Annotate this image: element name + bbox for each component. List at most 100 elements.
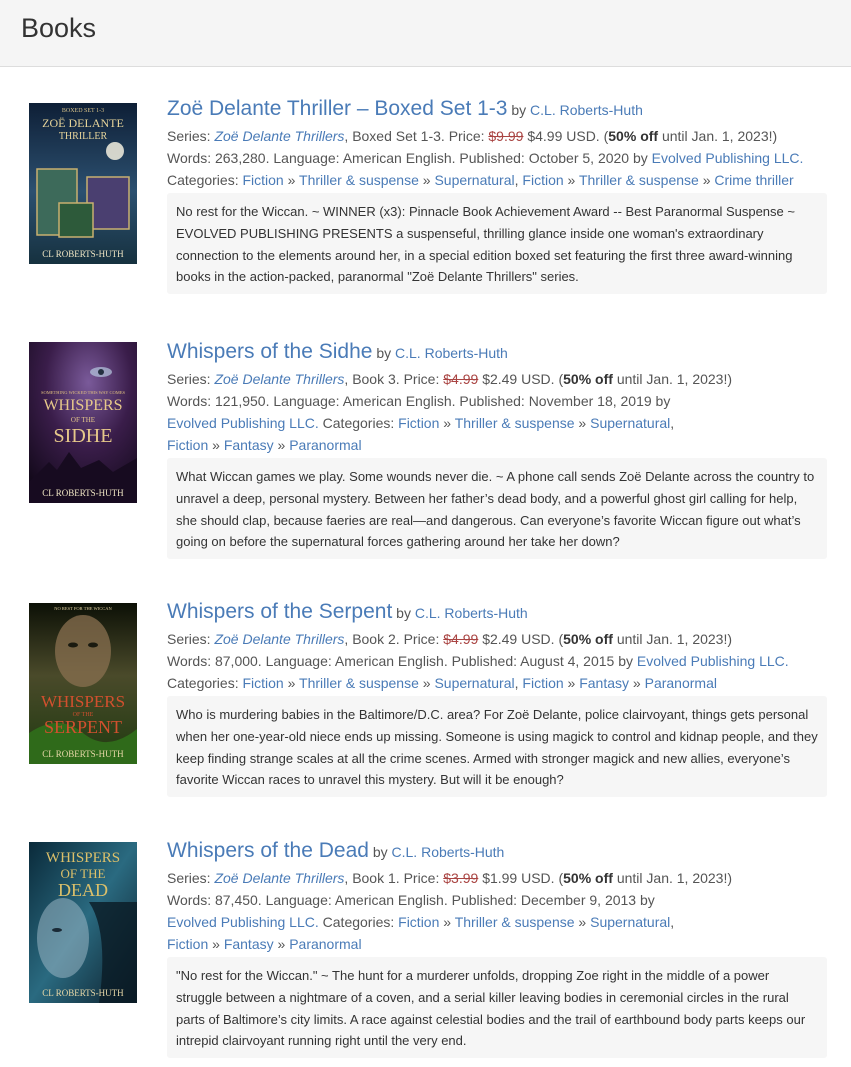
book-title-link[interactable]: Whispers of the Serpent: [167, 600, 392, 623]
off-label: off: [595, 870, 613, 886]
category-link[interactable]: Fantasy: [579, 675, 629, 691]
language-value: American English.: [334, 892, 448, 908]
published-label: Published:: [459, 150, 525, 166]
series-label: Series:: [167, 371, 211, 387]
cover-text-line2: OF THE: [61, 866, 106, 881]
page-title: Books: [21, 13, 97, 43]
category-link[interactable]: Supernatural: [590, 914, 670, 930]
category-link[interactable]: Thriller & suspense: [579, 172, 699, 188]
category-link[interactable]: Supernatural: [434, 675, 514, 691]
series-position: Book 2.: [352, 631, 400, 647]
category-link[interactable]: Thriller & suspense: [455, 415, 575, 431]
until-label: until: [616, 870, 643, 886]
category-link[interactable]: Thriller & suspense: [299, 675, 419, 691]
author-link[interactable]: C.L. Roberts-Huth: [530, 102, 643, 118]
words-label: Words:: [167, 150, 212, 166]
category-sep: »: [702, 172, 711, 188]
category-link[interactable]: Fiction: [398, 914, 439, 930]
category-sep: »: [443, 914, 452, 930]
category-comma: ,: [514, 675, 519, 691]
book-cover[interactable]: SOMETHING WICKED THIS WAY COMES WHISPERS…: [29, 342, 137, 503]
category-sep: »: [567, 675, 576, 691]
category-link[interactable]: Fiction: [522, 172, 563, 188]
category-comma: ,: [670, 415, 675, 431]
published-date: October 5, 2020: [528, 150, 630, 166]
author-link[interactable]: C.L. Roberts-Huth: [395, 345, 508, 361]
cover-text-top: NO REST FOR THE WICCAN: [54, 606, 112, 611]
category-link[interactable]: Supernatural: [434, 172, 514, 188]
series-link[interactable]: Zoë Delante Thrillers: [214, 128, 344, 144]
price-label: Price:: [448, 128, 485, 144]
category-link[interactable]: Fiction: [242, 172, 283, 188]
category-sep: »: [422, 172, 431, 188]
book-description: Who is murdering babies in the Baltimore…: [167, 696, 827, 798]
category-link[interactable]: Fiction: [167, 437, 208, 453]
off-label: off: [595, 631, 613, 647]
category-link[interactable]: Thriller & suspense: [299, 172, 419, 188]
until-label: until: [616, 371, 643, 387]
series-link[interactable]: Zoë Delante Thrillers: [214, 631, 344, 647]
publisher-link[interactable]: Evolved Publishing LLC.: [652, 150, 804, 166]
until-label: until: [661, 128, 688, 144]
old-price: $3.99: [443, 870, 479, 886]
category-link[interactable]: Fantasy: [224, 936, 274, 952]
category-link[interactable]: Paranormal: [289, 936, 361, 952]
publisher-link[interactable]: Evolved Publishing LLC.: [167, 914, 319, 930]
author-link[interactable]: C.L. Roberts-Huth: [392, 844, 505, 860]
cover-text-line3: SIDHE: [54, 425, 113, 447]
sale-until: Jan. 1, 2023!): [646, 870, 733, 886]
book-meta: Series: Zoë Delante Thrillers, Book 1. P…: [167, 870, 733, 952]
book-title-link[interactable]: Whispers of the Dead: [167, 839, 369, 862]
cover-text-author: CL ROBERTS-HUTH: [42, 988, 124, 998]
until-label: until: [616, 631, 643, 647]
discount-percent: 50%: [608, 128, 637, 144]
category-sep: »: [287, 675, 296, 691]
by-label: by: [376, 345, 392, 361]
category-link[interactable]: Fiction: [522, 675, 563, 691]
category-link[interactable]: Fiction: [242, 675, 283, 691]
word-count: 87,000.: [214, 653, 262, 669]
publisher-link[interactable]: Evolved Publishing LLC.: [167, 415, 319, 431]
category-link[interactable]: Supernatural: [590, 415, 670, 431]
category-comma: ,: [670, 914, 675, 930]
language-label: Language:: [265, 892, 332, 908]
book-title-link[interactable]: Whispers of the Sidhe: [167, 340, 372, 363]
price-label: Price:: [403, 631, 440, 647]
category-link[interactable]: Thriller & suspense: [455, 914, 575, 930]
category-sep: »: [212, 437, 220, 453]
author-link[interactable]: C.L. Roberts-Huth: [415, 605, 528, 621]
category-link[interactable]: Paranormal: [645, 675, 717, 691]
sale-until: Jan. 1, 2023!): [646, 371, 733, 387]
book-cover[interactable]: NO REST FOR THE WICCAN WHISPERS OF THE S…: [29, 603, 137, 764]
category-sep: »: [632, 675, 641, 691]
series-link[interactable]: Zoë Delante Thrillers: [214, 870, 344, 886]
category-link[interactable]: Crime thriller: [714, 172, 793, 188]
category-link[interactable]: Paranormal: [289, 437, 361, 453]
publisher-by-label: by: [655, 393, 671, 409]
language-label: Language:: [273, 150, 340, 166]
discount-percent: 50%: [563, 870, 592, 886]
by-label: by: [372, 844, 388, 860]
language-value: American English.: [342, 393, 456, 409]
publisher-by-label: by: [618, 653, 634, 669]
cover-text-author: CL ROBERTS-HUTH: [42, 249, 124, 259]
category-sep: »: [443, 415, 452, 431]
new-price: $1.99 USD.: [482, 870, 555, 886]
category-link[interactable]: Fiction: [398, 415, 439, 431]
cover-text-top: BOXED SET 1-3: [62, 108, 104, 114]
categories-label: Categories:: [167, 172, 239, 188]
book-meta: Series: Zoë Delante Thrillers, Book 2. P…: [167, 631, 789, 691]
publisher-link[interactable]: Evolved Publishing LLC.: [637, 653, 789, 669]
category-link[interactable]: Fantasy: [224, 437, 274, 453]
series-link[interactable]: Zoë Delante Thrillers: [214, 371, 344, 387]
new-price: $2.49 USD.: [482, 631, 555, 647]
category-link[interactable]: Fiction: [167, 936, 208, 952]
book-description: What Wiccan games we play. Some wounds n…: [167, 458, 827, 560]
word-count: 87,450.: [214, 892, 262, 908]
sale-until: Jan. 1, 2023!): [646, 631, 733, 647]
book-cover[interactable]: BOXED SET 1-3 ZOË DELANTE THRILLER CL RO…: [29, 103, 137, 264]
book-cover[interactable]: WHISPERS OF THE DEAD CL ROBERTS-HUTH: [29, 842, 137, 1003]
book-title-link[interactable]: Zoë Delante Thriller – Boxed Set 1-3: [167, 97, 507, 120]
old-price: $9.99: [488, 128, 524, 144]
cover-text-line3: DEAD: [58, 880, 108, 900]
